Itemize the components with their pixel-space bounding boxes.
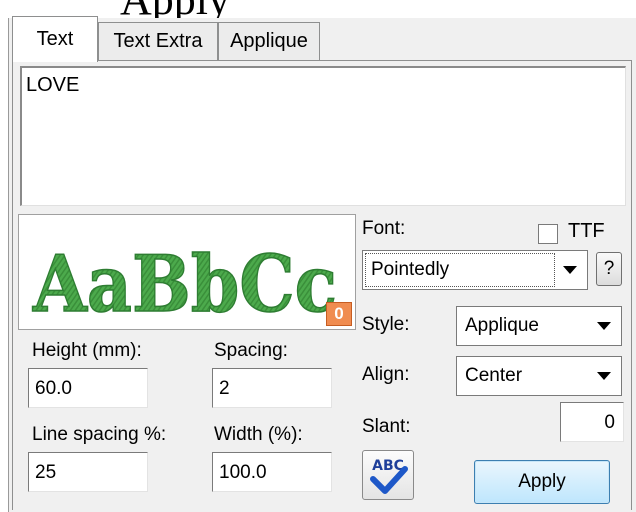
align-select-value: Center: [465, 365, 523, 386]
slant-label: Slant:: [362, 416, 411, 437]
spacing-field[interactable]: 2: [212, 368, 332, 408]
ttf-checkbox[interactable]: [538, 224, 558, 244]
line-spacing-label: Line spacing %:: [32, 424, 167, 445]
align-select[interactable]: Center: [456, 356, 622, 396]
font-select-value: Pointedly: [371, 259, 450, 280]
font-select[interactable]: Pointedly: [362, 250, 588, 290]
spellcheck-icon: ABC: [370, 458, 408, 494]
font-help-button[interactable]: ?: [596, 252, 622, 286]
width-field[interactable]: 100.0: [212, 452, 332, 492]
style-select[interactable]: Applique: [456, 306, 622, 346]
tab-text-extra[interactable]: Text Extra: [98, 22, 218, 60]
spellcheck-button[interactable]: ABC: [362, 450, 414, 500]
width-label: Width (%):: [214, 424, 303, 445]
height-label: Height (mm):: [32, 340, 142, 361]
stitch-count-badge: 0: [326, 302, 352, 326]
preview-sample-text: AaBbCc: [32, 239, 337, 330]
line-spacing-field[interactable]: 25: [28, 452, 148, 492]
align-label: Align:: [362, 364, 410, 385]
apply-button[interactable]: Apply: [474, 460, 610, 504]
chevron-down-icon: [597, 322, 611, 330]
chevron-down-icon: [563, 266, 577, 274]
style-select-value: Applique: [465, 315, 539, 336]
font-preview-image: AaBbCc: [31, 238, 337, 330]
tab-text[interactable]: Text: [12, 16, 98, 62]
font-label: Font:: [362, 218, 406, 239]
chevron-down-icon: [597, 372, 611, 380]
font-preview: AaBbCc: [18, 214, 356, 330]
style-label: Style:: [362, 314, 410, 335]
text-input-area[interactable]: LOVE: [20, 66, 626, 206]
ttf-label: TTF: [568, 220, 605, 242]
spacing-label: Spacing:: [214, 340, 288, 361]
tab-applique[interactable]: Applique: [218, 22, 320, 60]
height-field[interactable]: 60.0: [28, 368, 148, 408]
slant-field[interactable]: 0: [560, 402, 624, 442]
